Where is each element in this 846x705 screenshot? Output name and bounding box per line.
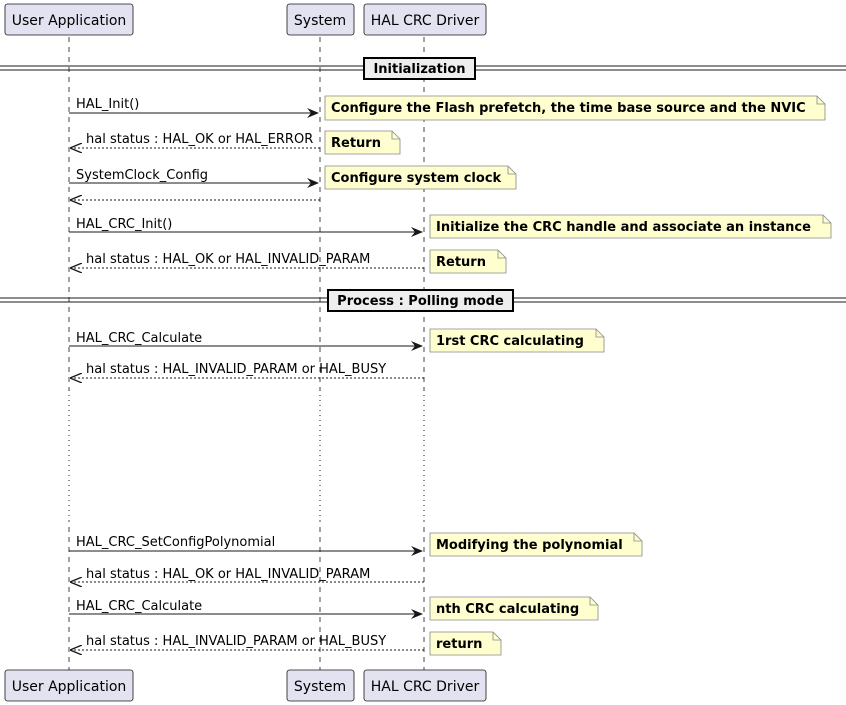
- participant-hal-crc-driver-bottom: HAL CRC Driver: [363, 669, 487, 702]
- message-label: hal status : HAL_INVALID_PARAM or HAL_BU…: [86, 362, 386, 377]
- message-label: SystemClock_Config: [76, 168, 208, 183]
- note-return-2: Return: [429, 249, 507, 274]
- message-label: hal status : HAL_OK or HAL_INVALID_PARAM: [86, 252, 370, 267]
- message-hal-crc-setconfigpolynomial: HAL_CRC_SetConfigPolynomial: [69, 535, 423, 556]
- message-label: hal status : HAL_OK or HAL_ERROR: [86, 132, 313, 147]
- note-text: Initialize the CRC handle and associate …: [436, 220, 811, 235]
- message-label: hal status : HAL_OK or HAL_INVALID_PARAM: [86, 567, 370, 582]
- note-1rst-crc: 1rst CRC calculating: [429, 328, 605, 353]
- message-label: HAL_CRC_Init(): [76, 217, 172, 232]
- message-label: HAL_Init(): [76, 97, 139, 112]
- note-crc-handle: Initialize the CRC handle and associate …: [429, 214, 832, 239]
- message-label: HAL_CRC_Calculate: [76, 331, 202, 346]
- participant-label: System: [294, 679, 346, 695]
- participant-label: HAL CRC Driver: [371, 13, 480, 29]
- message-label: hal status : HAL_INVALID_PARAM or HAL_BU…: [86, 634, 386, 649]
- note-text: Return: [331, 136, 381, 151]
- group-label: Process : Polling mode: [337, 294, 504, 309]
- participant-hal-crc-driver-top: HAL CRC Driver: [363, 3, 487, 36]
- note-text: nth CRC calculating: [436, 602, 579, 617]
- group-label: Initialization: [373, 62, 465, 77]
- note-flash-prefetch: Configure the Flash prefetch, the time b…: [324, 95, 826, 121]
- participant-label: User Application: [12, 679, 127, 695]
- message-hal-crc-calculate-n: HAL_CRC_Calculate: [69, 599, 423, 619]
- message-hal-crc-calculate-1: HAL_CRC_Calculate: [69, 331, 423, 351]
- group-process-polling-mode: Process : Polling mode: [0, 289, 846, 312]
- note-text: Modifying the polynomial: [436, 538, 623, 553]
- message-hal-init-return: hal status : HAL_OK or HAL_ERROR: [71, 132, 320, 148]
- message-hal-init: HAL_Init(): [69, 97, 319, 118]
- message-label: HAL_CRC_SetConfigPolynomial: [76, 535, 275, 550]
- message-systemclock-config: SystemClock_Config: [69, 168, 319, 188]
- message-hal-crc-init: HAL_CRC_Init(): [69, 217, 423, 237]
- sequence-diagram: User Application System HAL CRC Driver I…: [0, 3, 846, 702]
- note-text: Configure the Flash prefetch, the time b…: [331, 101, 806, 116]
- note-text: return: [436, 637, 482, 652]
- note-return-3: return: [429, 631, 502, 656]
- message-hal-crc-calculate-n-return: hal status : HAL_INVALID_PARAM or HAL_BU…: [71, 634, 424, 650]
- note-system-clock: Configure system clock: [324, 165, 517, 190]
- message-label: HAL_CRC_Calculate: [76, 599, 202, 614]
- group-initialization: Initialization: [0, 57, 846, 80]
- note-text: 1rst CRC calculating: [436, 334, 584, 349]
- message-hal-crc-setconfigpolynomial-return: hal status : HAL_OK or HAL_INVALID_PARAM: [71, 567, 424, 582]
- participant-system-bottom: System: [286, 669, 355, 702]
- note-nth-crc: nth CRC calculating: [429, 596, 599, 621]
- participant-user-application-top: User Application: [4, 3, 134, 36]
- note-text: Return: [436, 255, 486, 270]
- participant-label: User Application: [12, 13, 127, 29]
- participant-user-application-bottom: User Application: [4, 669, 134, 702]
- note-text: Configure system clock: [331, 171, 502, 186]
- message-hal-crc-init-return: hal status : HAL_OK or HAL_INVALID_PARAM: [71, 252, 424, 268]
- participant-system-top: System: [286, 3, 355, 36]
- note-return-1: Return: [324, 130, 401, 155]
- participant-label: HAL CRC Driver: [371, 679, 480, 695]
- delay-region: [60, 390, 435, 520]
- note-modifying-polynomial: Modifying the polynomial: [429, 532, 643, 557]
- message-hal-crc-calculate-1-return: hal status : HAL_INVALID_PARAM or HAL_BU…: [71, 362, 424, 378]
- participant-label: System: [294, 13, 346, 29]
